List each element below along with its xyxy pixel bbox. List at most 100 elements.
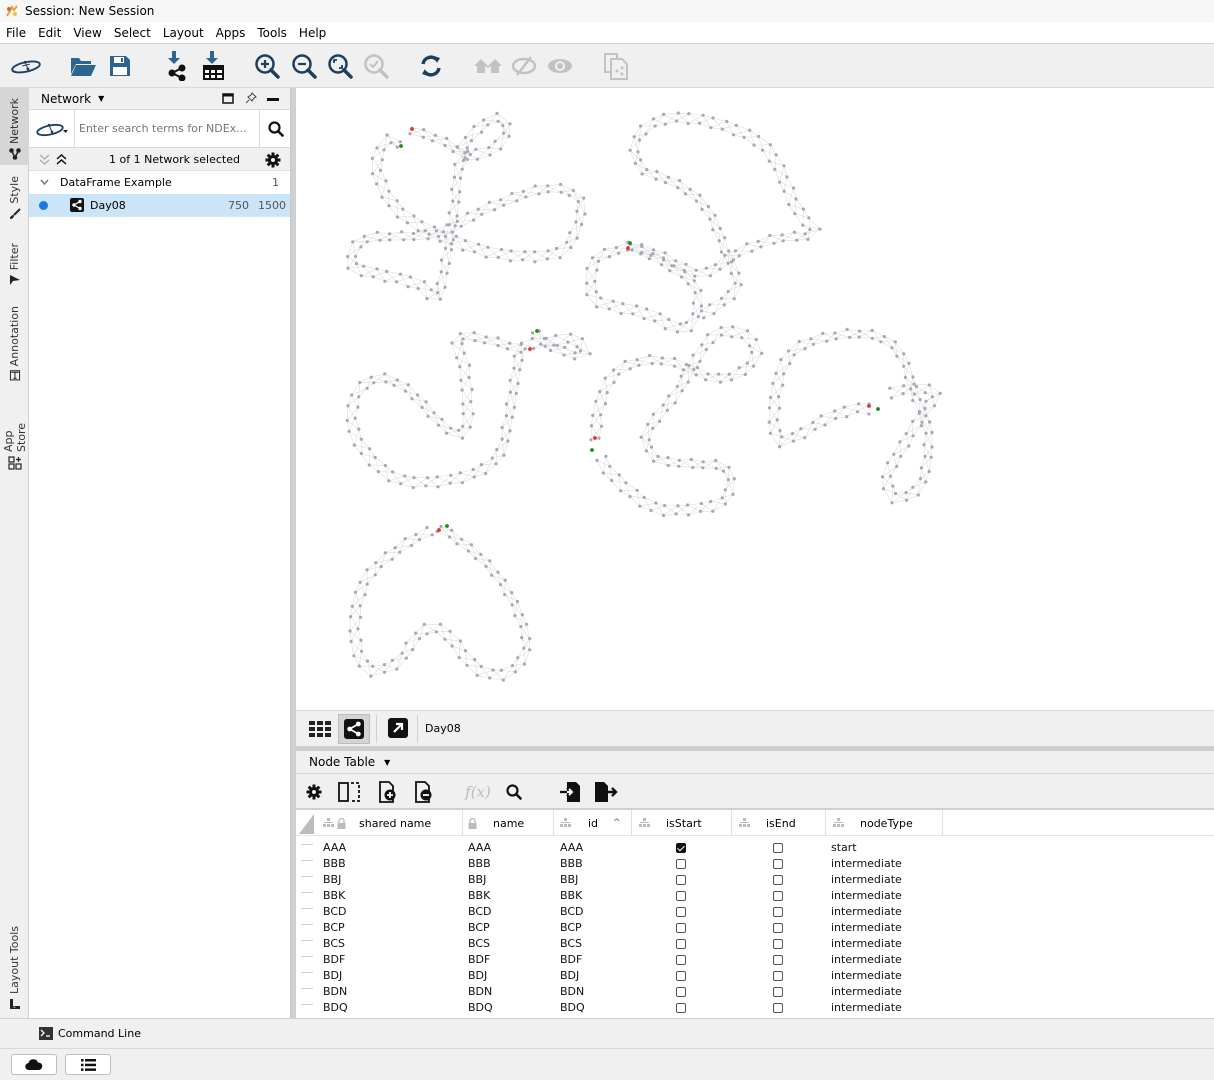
network-node[interactable] (562, 353, 566, 357)
network-node[interactable] (599, 296, 603, 300)
network-node[interactable] (673, 356, 677, 361)
table-row[interactable]: BDN BDN BDN intermediate (296, 984, 1214, 1000)
network-node[interactable] (693, 291, 697, 295)
network-node[interactable] (463, 239, 467, 243)
network-node[interactable] (927, 469, 931, 474)
network-node[interactable] (930, 430, 934, 435)
cell-name[interactable]: BDF (468, 952, 490, 968)
cell-isend-checkbox[interactable] (773, 875, 783, 885)
network-node[interactable] (451, 149, 455, 154)
network-node[interactable] (508, 259, 512, 263)
network-node[interactable] (691, 353, 695, 357)
network-node[interactable] (384, 380, 388, 384)
row-header[interactable] (301, 924, 313, 925)
network-node[interactable] (458, 190, 462, 194)
network-node[interactable] (701, 460, 705, 464)
network-canvas[interactable] (296, 88, 1214, 710)
network-node[interactable] (519, 625, 523, 629)
network-node[interactable] (699, 304, 703, 308)
network-node[interactable] (595, 268, 599, 272)
network-node[interactable] (699, 309, 704, 313)
menu-help[interactable]: Help (293, 26, 332, 40)
menu-apps[interactable]: Apps (210, 26, 252, 40)
network-node[interactable] (400, 230, 404, 234)
network-node[interactable] (711, 341, 715, 345)
network-node[interactable] (379, 565, 383, 569)
network-node[interactable] (388, 238, 392, 242)
network-node[interactable] (594, 399, 598, 403)
cell-id[interactable]: BCD (560, 904, 584, 920)
network-node[interactable] (917, 411, 921, 415)
network-node[interactable] (395, 199, 399, 203)
network-node[interactable] (607, 255, 612, 259)
network-node[interactable] (922, 443, 926, 447)
network-node[interactable] (403, 537, 407, 541)
network-node[interactable] (487, 200, 491, 204)
network-node[interactable] (888, 386, 892, 390)
network-node[interactable] (414, 532, 418, 537)
network-node[interactable] (445, 271, 449, 275)
network-node[interactable] (920, 420, 924, 424)
network-node[interactable] (912, 392, 917, 396)
table-row[interactable]: BBJ BBJ BBJ intermediate (296, 872, 1214, 888)
network-node[interactable] (683, 192, 688, 196)
network-node[interactable] (745, 242, 749, 246)
row-header[interactable] (301, 972, 313, 973)
network-node[interactable] (792, 353, 796, 357)
network-node[interactable] (752, 364, 756, 368)
network-node[interactable] (666, 463, 670, 468)
network-node[interactable] (595, 305, 599, 309)
network-node[interactable] (791, 439, 795, 443)
network-node[interactable] (727, 465, 731, 469)
network-node[interactable] (686, 282, 690, 286)
cell-id[interactable]: BDJ (560, 968, 579, 984)
task-list-button[interactable] (65, 1054, 111, 1075)
table-row[interactable]: BCS BCS BCS intermediate (296, 936, 1214, 952)
network-node[interactable] (720, 296, 724, 300)
network-node[interactable] (459, 224, 463, 228)
network-node[interactable] (585, 266, 589, 271)
network-node[interactable] (460, 341, 464, 346)
cell-isstart-checkbox[interactable] (676, 875, 686, 885)
network-node[interactable] (558, 256, 562, 260)
cell-isend-checkbox[interactable] (773, 923, 783, 933)
cell-name[interactable]: BDJ (468, 968, 487, 984)
network-node[interactable] (907, 361, 911, 365)
network-node[interactable] (403, 474, 407, 478)
network-node[interactable] (458, 365, 462, 369)
network-node[interactable] (630, 248, 634, 252)
network-node[interactable] (435, 282, 439, 286)
network-node[interactable] (458, 471, 462, 475)
network-node[interactable] (806, 237, 810, 241)
cell-shared-name[interactable]: BDJ (323, 968, 342, 984)
network-node[interactable] (383, 463, 387, 468)
network-node[interactable] (803, 232, 807, 236)
network-node[interactable] (498, 583, 503, 587)
network-node[interactable] (675, 384, 679, 388)
cell-shared-name[interactable]: BBK (323, 888, 345, 904)
network-node[interactable] (471, 218, 476, 222)
network-node[interactable] (385, 269, 389, 273)
cell-isstart-checkbox[interactable] (676, 859, 686, 869)
network-node[interactable] (465, 146, 469, 150)
network-node[interactable] (395, 378, 399, 382)
network-node[interactable] (465, 663, 469, 667)
cell-nodetype[interactable]: intermediate (831, 936, 902, 952)
network-node[interactable] (457, 656, 461, 660)
network-node[interactable] (680, 389, 684, 393)
network-node[interactable] (398, 140, 402, 144)
network-node[interactable] (516, 656, 520, 660)
network-graph[interactable] (296, 88, 1214, 710)
network-node[interactable] (889, 396, 894, 400)
column-header-nodetype[interactable]: nodeType (826, 810, 943, 836)
network-node[interactable] (773, 167, 777, 171)
row-header[interactable] (301, 1004, 313, 1005)
network-node[interactable] (882, 335, 887, 339)
network-node[interactable] (546, 184, 550, 188)
network-node[interactable] (461, 412, 465, 416)
network-node[interactable] (469, 543, 473, 547)
network-node[interactable] (918, 398, 922, 402)
tab-app-store[interactable]: App Store (0, 398, 29, 470)
network-node[interactable] (468, 152, 472, 157)
network-node[interactable] (595, 458, 599, 462)
